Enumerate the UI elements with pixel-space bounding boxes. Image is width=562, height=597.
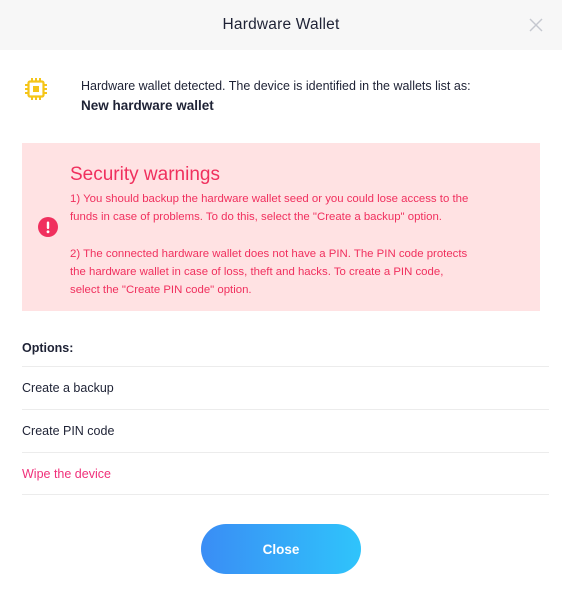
device-detected-section: Hardware wallet detected. The device is … [24, 74, 544, 118]
chip-icon [24, 77, 48, 101]
warning-pin-line: the hardware wallet in case of loss, the… [70, 266, 444, 278]
options-label: Options: [22, 341, 74, 355]
hardware-wallet-modal: Hardware Wallet Hardware wallet detected… [0, 0, 562, 597]
close-icon[interactable] [522, 11, 550, 39]
warning-pin: 2) The connected hardware wallet does no… [70, 245, 530, 299]
modal-header: Hardware Wallet [0, 0, 562, 50]
warning-pin-line: 2) The connected hardware wallet does no… [70, 248, 468, 260]
modal-title: Hardware Wallet [222, 16, 340, 33]
warning-backup-line: 1) You should backup the hardware wallet… [70, 193, 469, 205]
alert-circle-icon [38, 217, 58, 237]
wallet-name: New hardware wallet [81, 98, 214, 113]
warnings-title: Security warnings [70, 164, 220, 185]
option-create-backup[interactable]: Create a backup [22, 366, 549, 409]
warning-backup: 1) You should backup the hardware wallet… [70, 190, 530, 226]
option-create-pin[interactable]: Create PIN code [22, 409, 549, 452]
security-warnings-box: Security warnings 1) You should backup t… [22, 143, 540, 311]
option-label: Create PIN code [22, 424, 115, 438]
detected-message: Hardware wallet detected. The device is … [81, 79, 471, 93]
close-button[interactable]: Close [201, 524, 361, 574]
warning-pin-line: select the "Create PIN code" option. [70, 284, 252, 296]
option-wipe-device[interactable]: Wipe the device [22, 452, 549, 495]
warning-backup-line: funds in case of problems. To do this, s… [70, 211, 442, 223]
option-label: Wipe the device [22, 466, 111, 481]
option-label: Create a backup [22, 381, 114, 395]
